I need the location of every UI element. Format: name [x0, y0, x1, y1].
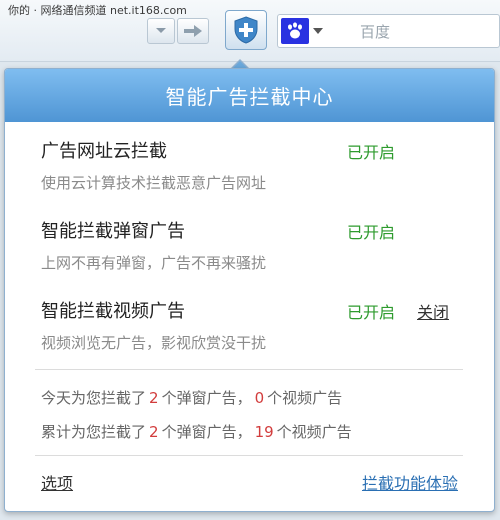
- feature-name: 智能拦截视频广告: [41, 301, 185, 322]
- divider: [35, 369, 463, 370]
- stats-prefix: 累计为您拦截了: [41, 423, 147, 441]
- feature-status-enabled[interactable]: 已开启: [347, 219, 395, 243]
- close-feature-link[interactable]: 关闭: [417, 299, 449, 323]
- block-experience-link[interactable]: 拦截功能体验: [362, 470, 458, 494]
- stats-today: 今天为您拦截了 2 个弹窗广告， 0 个视频广告: [41, 387, 342, 408]
- ad-block-center-popup: 智能广告拦截中心 广告网址云拦截 已开启 使用云计算技术拦截恶意广告网址 智能拦…: [4, 68, 495, 512]
- stats-total: 累计为您拦截了 2 个弹窗广告， 19 个视频广告: [41, 421, 352, 442]
- search-engine-name: 百度: [360, 23, 391, 41]
- popup-ad-count: 2: [149, 423, 159, 441]
- video-ad-count: 19: [254, 423, 274, 441]
- chevron-down-icon: [156, 28, 166, 33]
- feature-name: 智能拦截弹窗广告: [41, 221, 185, 242]
- go-forward-button[interactable]: [177, 18, 209, 44]
- stats-prefix: 今天为您拦截了: [41, 389, 147, 407]
- chevron-down-icon: [313, 28, 323, 34]
- browser-toolbar: 你的 · 网络通信频道 net.it168.com 百度: [0, 0, 500, 62]
- search-box[interactable]: 百度: [277, 14, 500, 48]
- popup-title: 智能广告拦截中心: [165, 85, 334, 109]
- stats-middle: 个弹窗广告，: [161, 389, 252, 407]
- stats-suffix: 个视频广告: [267, 389, 343, 407]
- paw-icon: [281, 18, 309, 44]
- watermark-text: 你的 · 网络通信频道 net.it168.com: [8, 4, 187, 17]
- stats-suffix: 个视频广告: [276, 423, 352, 441]
- feature-status-enabled[interactable]: 已开启: [347, 139, 395, 163]
- popup-header: 智能广告拦截中心: [5, 69, 494, 122]
- feature-status-enabled[interactable]: 已开启: [347, 299, 395, 323]
- popup-ad-count: 2: [149, 389, 159, 407]
- search-engine-selector[interactable]: [281, 18, 325, 44]
- video-ad-count: 0: [254, 389, 265, 407]
- options-link[interactable]: 选项: [41, 470, 73, 494]
- stats-middle: 个弹窗广告，: [161, 423, 252, 441]
- feature-description: 视频浏览无广告，影视欣赏没干扰: [41, 334, 267, 352]
- feature-description: 上网不再有弹窗，广告不再来骚扰: [41, 254, 267, 272]
- address-dropdown-button[interactable]: [147, 18, 175, 44]
- arrow-right-icon: [184, 25, 202, 37]
- feature-name: 广告网址云拦截: [41, 141, 167, 162]
- divider: [35, 455, 463, 456]
- shield-plus-icon: [234, 16, 258, 44]
- ad-block-shield-button[interactable]: [225, 10, 267, 50]
- feature-description: 使用云计算技术拦截恶意广告网址: [41, 174, 267, 192]
